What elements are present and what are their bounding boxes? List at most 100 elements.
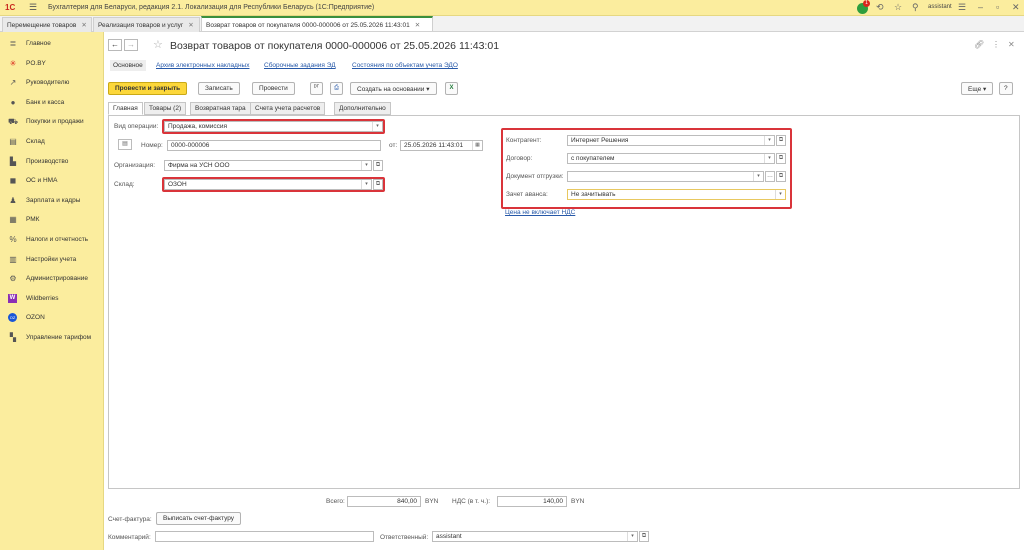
- open-shipping-doc-icon[interactable]: ⧉: [776, 171, 786, 182]
- sidebar-item-settings[interactable]: ▥ Настройки учета: [0, 250, 103, 270]
- help-button[interactable]: ?: [999, 82, 1013, 95]
- gear-icon: ⚙: [9, 274, 17, 284]
- tab-main[interactable]: Главная: [108, 102, 143, 115]
- sidebar-item-salary[interactable]: ♟ Зарплата и кадры: [0, 191, 103, 211]
- settings-menu-icon[interactable]: ☰: [958, 2, 966, 13]
- chevron-down-icon[interactable]: ▾: [775, 190, 785, 199]
- responsible-select[interactable]: assistant ▾: [432, 531, 638, 542]
- sidebar-item-admin[interactable]: ⚙ Администрирование: [0, 269, 103, 289]
- number-field[interactable]: 0000-000006: [167, 140, 381, 151]
- invoice-label: Счет-фактура:: [108, 516, 152, 523]
- subnav-archive[interactable]: Архив электронных накладных: [156, 62, 249, 69]
- sidebar-item-warehouse[interactable]: ▤ Склад: [0, 132, 103, 152]
- excel-icon[interactable]: X: [445, 82, 458, 95]
- subnav-assembly[interactable]: Сборочные задания ЭД: [264, 62, 336, 69]
- title-bar: 1С ☰ Бухгалтерия для Беларуси, редакция …: [0, 0, 1024, 16]
- date-value: 25.05.2026 11:43:01: [404, 142, 464, 149]
- dt-kt-icon[interactable]: ᴰᵀ: [310, 82, 323, 95]
- forward-button[interactable]: →: [124, 39, 138, 51]
- sidebar-item-label: Налоги и отчетность: [26, 235, 89, 243]
- sidebar-item-label: Настройки учета: [26, 255, 77, 263]
- sidebar-item-bank[interactable]: ● Банк и касса: [0, 93, 103, 113]
- create-based-on-button[interactable]: Создать на основании ▾: [350, 82, 437, 95]
- sidebar-item-assets[interactable]: ◼ ОС и НМА: [0, 171, 103, 191]
- date-field[interactable]: 25.05.2026 11:43:01 ▦: [400, 140, 483, 151]
- sidebar-item-wildberries[interactable]: W Wildberries: [0, 289, 103, 309]
- page-title: Возврат товаров от покупателя 0000-00000…: [170, 40, 500, 52]
- sidebar-item-production[interactable]: ▙ Производство: [0, 152, 103, 172]
- issue-invoice-button[interactable]: Выписать счет-фактуру: [156, 512, 242, 525]
- chevron-down-icon[interactable]: ▾: [753, 172, 763, 181]
- close-tab-icon[interactable]: ✕: [188, 22, 193, 29]
- tab-additional[interactable]: Дополнительно: [334, 102, 391, 115]
- advance-select[interactable]: Не зачитывать ▾: [567, 189, 786, 200]
- history-icon[interactable]: ⟲: [876, 2, 884, 13]
- total-value: 840,00: [397, 498, 417, 505]
- notifications-icon[interactable]: 1: [857, 0, 870, 14]
- contract-select[interactable]: с покупателем ▾: [567, 153, 775, 164]
- close-form-icon[interactable]: ✕: [1008, 40, 1015, 49]
- print-icon[interactable]: ⎙: [330, 82, 343, 95]
- factory-icon: ▙: [9, 156, 17, 166]
- sidebar-item-purchases[interactable]: ⛟ Покупки и продажи: [0, 112, 103, 132]
- open-contract-icon[interactable]: ⧉: [776, 153, 786, 164]
- sidebar-item-label: Банк и касса: [26, 98, 65, 106]
- open-organization-icon[interactable]: ⧉: [373, 160, 383, 171]
- cart-icon: ⛟: [8, 117, 19, 127]
- tab-accounts[interactable]: Счета учета расчетов: [250, 102, 326, 115]
- tax-icon: %: [9, 234, 17, 244]
- back-button[interactable]: ←: [108, 39, 122, 51]
- sidebar-item-main[interactable]: ≣ Главное: [0, 34, 103, 54]
- close-icon[interactable]: ✕: [1012, 2, 1020, 13]
- user-name[interactable]: assistant: [928, 4, 952, 10]
- organization-label: Организация:: [114, 162, 156, 169]
- sidebar-item-taxes[interactable]: % Налоги и отчетность: [0, 230, 103, 250]
- tab-goods[interactable]: Товары (2): [144, 102, 187, 115]
- subnav-main[interactable]: Основное: [110, 60, 146, 71]
- close-tab-icon[interactable]: ✕: [81, 22, 86, 29]
- minimize-icon[interactable]: –: [978, 2, 983, 12]
- contract-value: с покупателем: [571, 155, 615, 162]
- number-label: Номер:: [141, 142, 163, 149]
- search-icon[interactable]: ⚲: [912, 2, 919, 13]
- chevron-down-icon[interactable]: ▾: [764, 136, 774, 145]
- tab-movement[interactable]: Перемещение товаров ✕: [2, 17, 92, 32]
- chevron-down-icon[interactable]: ▾: [764, 154, 774, 163]
- chevron-down-icon[interactable]: ▾: [361, 161, 371, 170]
- more-vertical-icon[interactable]: ⋮: [992, 40, 1000, 49]
- more-button[interactable]: Еще ▾: [961, 82, 994, 95]
- tab-sales[interactable]: Реализация товаров и услуг ✕: [93, 17, 200, 32]
- favorite-star-icon[interactable]: ☆: [153, 38, 163, 51]
- link-icon[interactable]: 🔗︎: [974, 40, 984, 49]
- sidebar-item-manager[interactable]: ↗ Руководителю: [0, 73, 103, 93]
- sidebar-item-rmk[interactable]: ▦ РМК: [0, 210, 103, 230]
- sidebar-item-poby[interactable]: ✳ PO.BY: [0, 54, 103, 74]
- counterparty-select[interactable]: Интернет Решения ▾: [567, 135, 775, 146]
- post-button[interactable]: Провести: [252, 82, 295, 95]
- restore-icon[interactable]: ▫: [996, 2, 999, 12]
- truck-icon: ◼: [9, 176, 17, 186]
- tab-return[interactable]: Возврат товаров от покупателя 0000-00000…: [201, 16, 433, 31]
- sidebar-item-tariff[interactable]: ▚ Управление тарифом: [0, 328, 103, 348]
- main-menu-icon[interactable]: ☰: [29, 2, 37, 13]
- comment-input[interactable]: [155, 531, 374, 542]
- favorites-icon[interactable]: ☆: [894, 2, 902, 13]
- document-form: ← → ☆ Возврат товаров от покупателя 0000…: [104, 32, 1024, 550]
- shipping-doc-select[interactable]: ▾: [567, 171, 764, 182]
- sidebar-item-label: Руководителю: [26, 79, 70, 87]
- open-responsible-icon[interactable]: ⧉: [639, 531, 649, 542]
- responsible-label: Ответственный:: [380, 534, 429, 541]
- post-and-close-button[interactable]: Провести и закрыть: [108, 82, 188, 95]
- open-counterparty-icon[interactable]: ⧉: [776, 135, 786, 146]
- vat-price-link[interactable]: Цена не включает НДС: [505, 209, 575, 216]
- organization-select[interactable]: Фирма на УСН ООО ▾: [164, 160, 372, 171]
- number-toggle-icon[interactable]: ▤: [118, 139, 132, 150]
- chevron-down-icon[interactable]: ▾: [627, 532, 637, 541]
- shipping-doc-more-icon[interactable]: …: [765, 171, 775, 182]
- close-tab-icon[interactable]: ✕: [415, 22, 420, 29]
- tab-return-packaging[interactable]: Возвратная тара: [190, 102, 251, 115]
- calendar-icon[interactable]: ▦: [472, 141, 482, 150]
- subnav-edo-states[interactable]: Состояния по объектам учета ЭДО: [352, 62, 458, 69]
- sidebar-item-ozon[interactable]: OZ OZON: [0, 308, 103, 328]
- save-button[interactable]: Записать: [198, 82, 240, 95]
